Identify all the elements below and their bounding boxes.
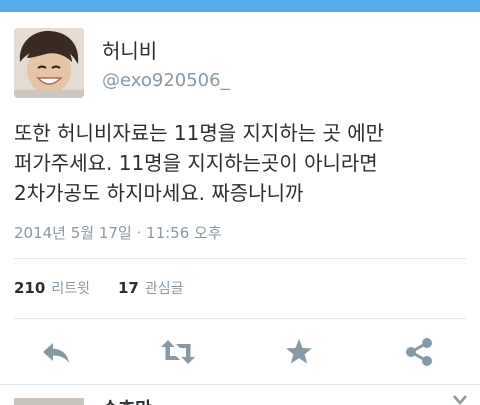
tweet-text-line: 퍼가주세요. 11명을 지지하는곳이 아니라면 xyxy=(14,151,378,175)
retweet-label[interactable]: 리트윗 xyxy=(51,278,90,298)
user-handle[interactable]: @exo920506_ xyxy=(102,68,230,94)
tweet-timestamp: 2014년 5월 17일 · 11:56 오후 xyxy=(14,224,222,242)
next-tweet-avatar xyxy=(14,398,84,405)
retweet-icon xyxy=(161,340,195,364)
share-icon xyxy=(406,338,432,366)
reply-icon xyxy=(43,343,69,363)
favorite-button[interactable] xyxy=(283,336,315,368)
divider xyxy=(14,318,466,319)
avatar-photo xyxy=(14,28,84,98)
next-tweet-name: 순호만 xyxy=(102,395,152,405)
display-name[interactable]: 허니비 xyxy=(102,38,230,64)
user-names: 허니비 @exo920506_ xyxy=(102,38,230,94)
retweet-button[interactable] xyxy=(160,336,195,368)
tweet-stats: 210 리트윗 17 관심글 xyxy=(14,278,183,298)
favorite-count[interactable]: 17 xyxy=(118,279,139,297)
tweet-text-line: 2차가공도 하지마세요. 짜증나니까 xyxy=(14,181,304,205)
next-tweet-preview[interactable]: 순호만 xyxy=(0,390,480,405)
tweet-header: 허니비 @exo920506_ xyxy=(14,28,466,98)
avatar[interactable] xyxy=(14,28,84,98)
divider xyxy=(0,384,480,385)
tweet-actions xyxy=(0,330,480,374)
chevron-down-icon[interactable] xyxy=(452,394,468,405)
retweet-count[interactable]: 210 xyxy=(14,279,45,297)
tweet-text-line: 또한 허니비자료는 11명을 지지하는 곳 에만 xyxy=(14,121,385,145)
tweet-text: 또한 허니비자료는 11명을 지지하는 곳 에만 퍼가주세요. 11명을 지지하… xyxy=(14,118,470,208)
divider xyxy=(14,258,466,259)
share-button[interactable] xyxy=(403,336,435,368)
favorite-label[interactable]: 관심글 xyxy=(145,278,184,298)
star-icon xyxy=(286,339,312,364)
status-bar xyxy=(0,0,480,12)
reply-button[interactable] xyxy=(40,336,72,368)
